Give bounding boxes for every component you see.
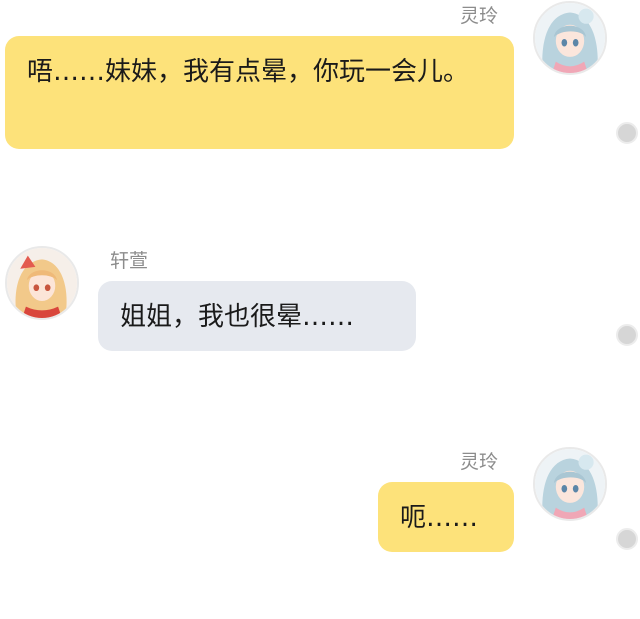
sender-name: 灵玲	[460, 5, 499, 27]
lingling-avatar-icon[interactable]	[533, 447, 607, 521]
sender-name: 轩萱	[110, 250, 149, 272]
lingling-avatar-icon[interactable]	[533, 1, 607, 75]
message-bubble[interactable]: 唔……妹妹，我有点晕，你玩一会儿。	[5, 36, 514, 149]
sender-name: 灵玲	[460, 451, 499, 473]
select-checkbox[interactable]	[616, 528, 638, 550]
message-bubble[interactable]: 呃……	[378, 482, 514, 552]
select-checkbox[interactable]	[616, 324, 638, 346]
message-bubble[interactable]: 姐姐，我也很晕……	[98, 281, 416, 351]
select-checkbox[interactable]	[616, 122, 638, 144]
xuanxuan-avatar-icon[interactable]	[5, 246, 79, 320]
